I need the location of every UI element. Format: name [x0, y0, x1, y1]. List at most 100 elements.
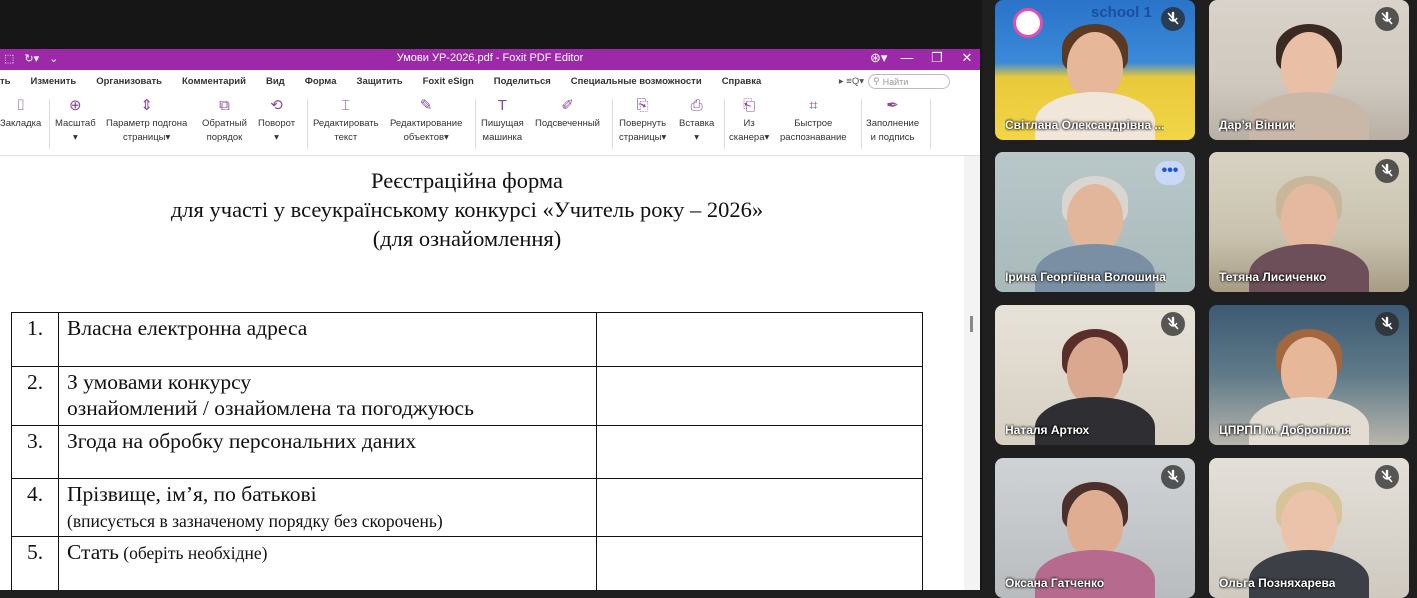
overlay-text: school 1	[1091, 4, 1152, 21]
row-label-text: Згода на обробку персональних даних	[67, 429, 417, 453]
participant-tile[interactable]: Оксана Гатченко	[995, 458, 1195, 598]
menu-item-view[interactable]: Вид	[256, 76, 295, 87]
bookmark-label: Закладка	[0, 118, 42, 129]
edit-text-label-2: текст	[334, 132, 358, 143]
row-label-text: З умовами конкурсу	[67, 370, 252, 394]
menu-item-file[interactable]: ть	[0, 76, 21, 87]
participant-tile[interactable]: school 1 Світлана Олександрівна ...	[995, 0, 1195, 140]
participant-tile[interactable]: Наталя Артюх	[995, 305, 1195, 445]
row-number: 2.	[11, 366, 59, 426]
fit-page-label-2: страницы▾	[123, 132, 171, 143]
fit-page-icon: ⇕	[140, 97, 153, 114]
row-input-cell[interactable]	[596, 536, 923, 590]
search-options-icon[interactable]: ▸ ≡Q▾	[839, 76, 864, 87]
menu-item-share[interactable]: Поделиться	[484, 76, 561, 87]
registration-table: 1. Власна електронна адреса 2. З умовами…	[11, 312, 923, 590]
participant-tile[interactable]: ЦПРПП м. Добропілля	[1209, 305, 1409, 445]
highlight-label: Подсвеченный	[535, 118, 600, 129]
ribbon-divider	[475, 99, 476, 149]
close-button[interactable]: ✕	[960, 50, 974, 66]
row-number: 4.	[11, 478, 59, 537]
participant-face	[1067, 184, 1123, 252]
row-number: 3.	[11, 425, 59, 479]
more-options-button[interactable]: •••	[1155, 161, 1185, 185]
ocr-button[interactable]: ⌗ Быстрое распознавание	[780, 97, 847, 145]
participant-face	[1067, 337, 1123, 405]
participant-face	[1281, 337, 1337, 405]
scrollbar-thumb[interactable]	[970, 316, 973, 332]
form-title: Реєстраційна форма	[371, 168, 563, 193]
ribbon-divider	[49, 99, 50, 149]
muted-mic-icon	[1161, 7, 1185, 31]
menu-item-protect[interactable]: Защитить	[347, 76, 413, 87]
rotate-button[interactable]: ⟲ Поворот ▾	[258, 97, 295, 145]
rotate-pages-button[interactable]: ⎘ Повернуть страницы▾	[619, 97, 666, 145]
menu-item-comment[interactable]: Комментарий	[172, 76, 256, 87]
rotate-pages-label-2: страницы▾	[619, 132, 667, 143]
row-label: Згода на обробку персональних даних	[58, 425, 597, 479]
row-input-cell[interactable]	[596, 425, 923, 479]
row-input-cell[interactable]	[596, 478, 923, 537]
table-row: 1. Власна електронна адреса	[11, 312, 923, 367]
maximize-button[interactable]: ❐	[930, 50, 944, 66]
window-title: Умови УР-2026.pdf - Foxit PDF Editor	[396, 52, 584, 64]
typewriter-button[interactable]: T Пишущая машинка	[481, 97, 524, 145]
zoom-label-2: ▾	[72, 132, 78, 143]
row-input-cell[interactable]	[596, 312, 923, 367]
menu-item-form[interactable]: Форма	[295, 76, 347, 87]
zoom-button[interactable]: ⊕ Масштаб ▾	[55, 97, 96, 145]
fit-page-button[interactable]: ⇕ Параметр подгона страницы▾	[106, 97, 187, 145]
table-row: 4. Прізвище, ім’я, по батькові (вписуєтьс…	[11, 478, 923, 537]
participant-name: Тетяна Лисиченко	[1219, 270, 1327, 284]
participants-grid: school 1 Світлана Олександрівна ... Дар’…	[982, 0, 1417, 598]
participant-tile[interactable]: Тетяна Лисиченко	[1209, 152, 1409, 292]
participant-name: Ірина Георгіївна Волошина	[1005, 270, 1166, 284]
participant-name: ЦПРПП м. Добропілля	[1219, 423, 1352, 437]
title-bar: ⬚ ↻▾ ⌄ Умови УР-2026.pdf - Foxit PDF Edi…	[0, 49, 980, 70]
ribbon-divider	[612, 99, 613, 149]
bookmark-button[interactable]: ⌷ Закладка	[0, 97, 41, 131]
menu-item-organize[interactable]: Организовать	[86, 76, 172, 87]
edit-object-icon: ✎	[419, 97, 433, 114]
menu-item-help[interactable]: Справка	[712, 76, 772, 87]
row-label-text-2: ознайомлений / ознайомлена та погоджуюсь	[67, 396, 474, 420]
muted-mic-icon	[1375, 159, 1399, 183]
table-row: 3. Згода на обробку персональних даних	[11, 425, 923, 479]
menu-item-esign[interactable]: Foxit eSign	[413, 76, 484, 87]
reverse-order-button[interactable]: ⧉ Обратный порядок	[202, 97, 247, 145]
vertical-scrollbar[interactable]	[964, 156, 980, 590]
scanner-button[interactable]: ⎗ Из сканера▾	[729, 97, 769, 145]
typewriter-label-2: машинка	[482, 132, 523, 143]
table-row: 5. Стать (оберіть необхідне)	[11, 536, 923, 590]
menu-item-edit[interactable]: Изменить	[21, 76, 87, 87]
ribbon-toolbar: ⌷ Закладка ⊕ Масштаб ▾ ⇕ Параметр подгон…	[0, 93, 980, 156]
insert-label: Вставка	[679, 118, 715, 129]
typewriter-icon: T	[497, 97, 507, 114]
participant-tile[interactable]: Ольга Позняхарева	[1209, 458, 1409, 598]
account-icon[interactable]: ⊛▾	[870, 50, 887, 66]
search-placeholder: Найти	[882, 76, 909, 87]
edit-text-button[interactable]: ⌶ Редактировать текст	[313, 97, 379, 145]
edit-object-button[interactable]: ✎ Редактирование объектов▾	[390, 97, 462, 145]
row-label-text: Стать	[67, 540, 119, 564]
document-page: Реєстраційна форма для участі у всеукраї…	[0, 156, 964, 590]
rotate-label: Поворот	[258, 118, 296, 129]
insert-button[interactable]: ⎙ Вставка ▾	[679, 97, 714, 145]
search-input[interactable]: ⚲ Найти	[868, 74, 950, 89]
participant-tile[interactable]: ••• Ірина Георгіївна Волошина	[995, 152, 1195, 292]
menu-item-accessibility[interactable]: Специальные возможности	[561, 76, 712, 87]
school-logo-icon	[1013, 8, 1043, 38]
row-input-cell[interactable]	[596, 366, 923, 426]
highlight-button[interactable]: ✐ Подсвеченный	[535, 97, 600, 131]
fill-sign-button[interactable]: ✒ Заполнение и подпись	[866, 97, 919, 145]
minimize-button[interactable]: —	[900, 50, 914, 66]
ribbon-divider	[724, 99, 725, 149]
edit-object-label-2: объектов▾	[403, 132, 449, 143]
edit-object-label: Редактирование	[390, 118, 463, 129]
participant-tile[interactable]: Дар’я Вінник	[1209, 0, 1409, 140]
row-number: 5.	[11, 536, 59, 590]
zoom-label: Масштаб	[55, 118, 96, 129]
row-label: З умовами конкурсу ознайомлений / ознайом…	[58, 366, 597, 426]
zoom-icon: ⊕	[69, 97, 82, 114]
participant-face	[1067, 32, 1123, 100]
